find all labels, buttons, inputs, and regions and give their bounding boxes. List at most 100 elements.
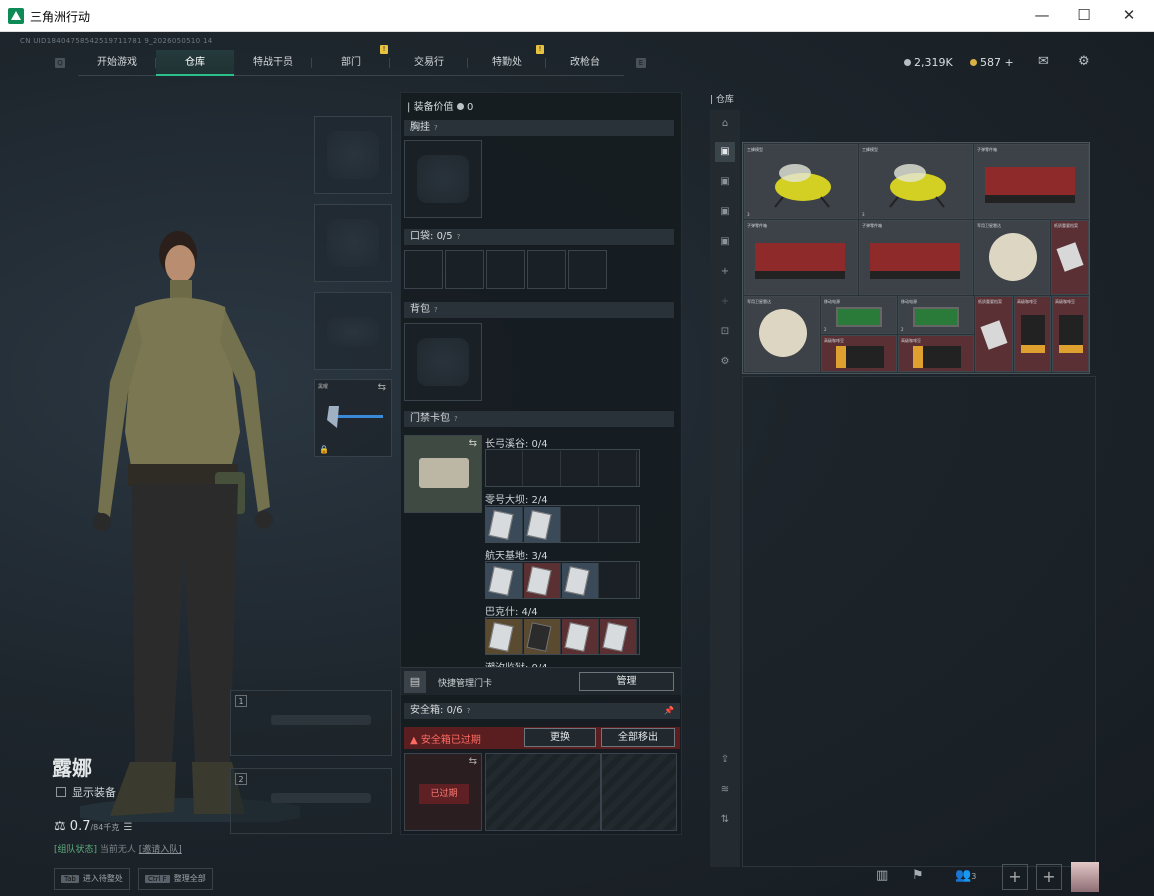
friends-icon[interactable]: 👥3	[955, 868, 976, 883]
quick-manage-bar: ▤ 快捷管理门卡 管理	[401, 667, 681, 695]
keycard-slot[interactable]	[600, 451, 637, 486]
keycard-slot[interactable]	[562, 563, 599, 598]
keycard-slot[interactable]	[486, 563, 523, 598]
keycard-slot[interactable]	[524, 451, 561, 486]
swap-icon[interactable]: ⇆	[469, 438, 477, 449]
primary-weapon-slot[interactable]: 1	[230, 690, 392, 756]
melee-slot[interactable]: 黑曜 ⇆ 🔒	[314, 379, 392, 457]
chest-rig-slot[interactable]	[404, 140, 482, 218]
tab-trade[interactable]: 交易行	[390, 50, 468, 76]
pocket-slot[interactable]	[445, 250, 484, 289]
warehouse-item[interactable]: 移动电源 2	[821, 296, 897, 334]
lock-icon: 🔒	[319, 445, 329, 454]
keycard-slot[interactable]	[600, 619, 637, 654]
armor-slot[interactable]	[314, 204, 392, 282]
close-button[interactable]: ✕	[1117, 6, 1141, 24]
show-equipment-toggle[interactable]: 显示装备	[56, 784, 116, 800]
keycard-slot[interactable]	[486, 507, 523, 542]
keycard-slot[interactable]	[600, 507, 637, 542]
keycard-icon	[488, 510, 514, 540]
checkbox[interactable]	[56, 787, 66, 797]
pocket-slot[interactable]	[568, 250, 607, 289]
safe-box-grid[interactable]	[601, 753, 677, 831]
warehouse-item[interactable]: 工蜂模型 3	[744, 144, 858, 219]
keycard-slot[interactable]	[524, 563, 561, 598]
warehouse-item[interactable]: 子弹零件箱	[974, 144, 1089, 219]
list-icon[interactable]: ☰	[124, 822, 133, 833]
tab-start-game[interactable]: 开始游戏	[78, 50, 156, 76]
gear-icon[interactable]: ⚙	[1078, 54, 1090, 69]
flag-icon[interactable]: ⚑	[912, 868, 924, 883]
warehouse-tab-1-icon[interactable]: ▣	[715, 142, 735, 162]
keycard-slot[interactable]	[600, 563, 637, 598]
safe-expired-text: ▲ 安全箱已过期	[410, 735, 481, 746]
pistol-slot[interactable]	[314, 292, 392, 370]
pocket-slot[interactable]	[527, 250, 566, 289]
warehouse-item[interactable]: 纸质重要档案	[975, 296, 1013, 372]
pocket-slot[interactable]	[486, 250, 525, 289]
avatar[interactable]	[1071, 862, 1099, 892]
tab-warehouse[interactable]: 仓库	[156, 50, 234, 76]
keycard-slot[interactable]	[524, 507, 561, 542]
stats-icon[interactable]: ▥	[876, 868, 888, 883]
helmet-slot[interactable]	[314, 116, 392, 194]
keycard-slot[interactable]	[562, 619, 599, 654]
maximize-button[interactable]: ☐	[1072, 6, 1096, 24]
warehouse-item[interactable]: 纸质重要档案	[1051, 220, 1089, 295]
keycard-slot[interactable]	[486, 451, 523, 486]
warehouse-item[interactable]: 高级咖啡豆	[1014, 296, 1051, 372]
warehouse-item[interactable]: 工蜂模型 3	[859, 144, 973, 219]
replace-button[interactable]: 更换	[524, 728, 596, 747]
lock-icon[interactable]: ⊡	[715, 322, 735, 342]
warehouse-item[interactable]: 移动电源 2	[898, 296, 974, 334]
secondary-weapon-slot[interactable]: 2	[230, 768, 392, 834]
nav-right-key[interactable]: E	[636, 58, 646, 68]
warehouse-item[interactable]: 高级咖啡豆	[898, 335, 974, 372]
keycard-row	[485, 449, 640, 487]
warehouse-empty-area[interactable]	[742, 376, 1096, 867]
mail-icon[interactable]: ✉	[1038, 54, 1049, 69]
add-gold-button[interactable]: +	[1005, 56, 1014, 69]
slot-number: 1	[235, 695, 247, 707]
warehouse-item[interactable]: 高级咖啡豆	[1052, 296, 1089, 372]
gear-icon[interactable]: ⚙	[715, 352, 735, 372]
upload-icon[interactable]: ⇪	[715, 750, 735, 770]
warehouse-item[interactable]: 军用卫星雷达	[744, 296, 820, 372]
warehouse-home-icon[interactable]: ⌂	[715, 114, 735, 134]
warehouse-tab-4-icon[interactable]: ▣	[715, 232, 735, 252]
warehouse-item[interactable]: 军用卫星雷达	[974, 220, 1050, 295]
keycard-slot[interactable]	[524, 619, 561, 654]
safe-box-slot[interactable]: 已过期 ⇆	[404, 753, 482, 831]
invite-link[interactable]: [邀请入队]	[139, 845, 182, 855]
swap-icon[interactable]: ⇆	[469, 756, 477, 767]
remove-all-button[interactable]: 全部移出	[601, 728, 675, 747]
add-friend-button[interactable]: +	[1036, 864, 1062, 890]
minimize-button[interactable]: —	[1030, 6, 1054, 24]
tab-gunsmith[interactable]: 改枪台	[546, 50, 624, 76]
pin-icon[interactable]: 📌	[664, 703, 674, 719]
warehouse-item[interactable]: 子弹零件箱	[859, 220, 973, 295]
add-tab-icon[interactable]: +	[715, 262, 735, 282]
keycard-bag-slot[interactable]: ⇆	[404, 435, 482, 513]
keycard-row	[485, 505, 640, 543]
pocket-slot[interactable]	[404, 250, 443, 289]
add-friend-button[interactable]: +	[1002, 864, 1028, 890]
swap-icon[interactable]: ⇆	[378, 382, 386, 393]
tab-department[interactable]: 部门!	[312, 45, 390, 76]
tab-operators[interactable]: 特战干员	[234, 50, 312, 76]
keycard-slot[interactable]	[486, 619, 523, 654]
warehouse-tab-2-icon[interactable]: ▣	[715, 172, 735, 192]
sort-icon[interactable]: ⇅	[715, 810, 735, 830]
manage-button[interactable]: 管理	[579, 672, 674, 691]
warehouse-item[interactable]: 子弹零件箱	[744, 220, 858, 295]
safe-box-grid[interactable]	[485, 753, 601, 831]
tab-special-services[interactable]: 特勤处!	[468, 45, 546, 76]
keycard-slot[interactable]	[562, 507, 599, 542]
app-logo-icon	[8, 8, 24, 24]
warehouse-item[interactable]: 高级咖啡豆	[821, 335, 897, 372]
backpack-slot[interactable]	[404, 323, 482, 401]
keycard-slot[interactable]	[562, 451, 599, 486]
layers-icon[interactable]: ≋	[715, 780, 735, 800]
warehouse-tab-3-icon[interactable]: ▣	[715, 202, 735, 222]
nav-left-key[interactable]: Q	[55, 58, 65, 68]
